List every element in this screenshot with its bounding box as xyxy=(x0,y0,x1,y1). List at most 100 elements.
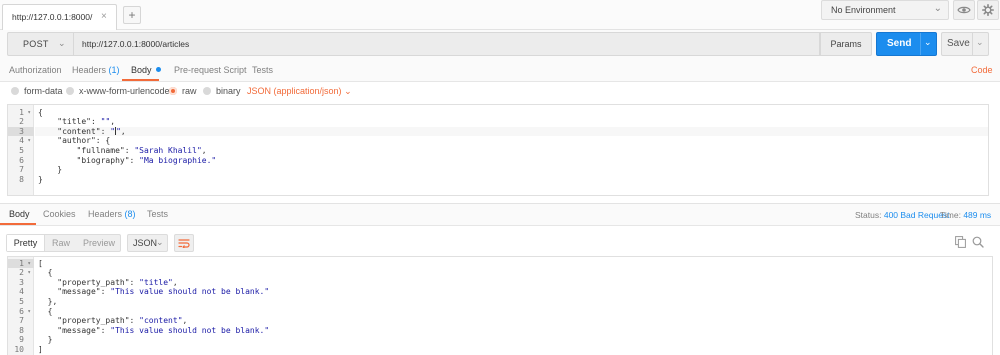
search-icon xyxy=(972,236,984,248)
fold-toggle-icon[interactable]: ▾ xyxy=(27,268,31,278)
time-value: 489 ms xyxy=(963,210,992,220)
body-type-row: form-data x-www-form-urlencoded raw bina… xyxy=(0,82,1000,102)
code-line: { xyxy=(38,268,53,278)
line-number: 4 ▾ xyxy=(19,136,31,146)
tab-pre-request-script[interactable]: Pre-request Script xyxy=(174,65,247,75)
code-line: "content": "", xyxy=(38,126,126,136)
send-options-chevron-icon[interactable]: ⌄ xyxy=(924,37,932,48)
tab-label: Headers xyxy=(88,209,123,219)
line-number: 8 xyxy=(19,174,24,184)
tab-headers[interactable]: Headers (1) xyxy=(72,65,120,75)
line-number: 9 xyxy=(19,335,24,345)
view-preview-button[interactable]: Preview xyxy=(77,235,121,251)
save-label: Save xyxy=(947,38,970,49)
fold-toggle-icon[interactable]: ▾ xyxy=(27,307,31,317)
tab-authorization[interactable]: Authorization xyxy=(9,65,62,75)
view-raw-button[interactable]: Raw xyxy=(45,235,77,251)
format-select[interactable]: JSON ⌄ xyxy=(127,234,168,252)
radio-icon xyxy=(203,87,211,95)
chevron-down-icon: ⌄ xyxy=(933,3,942,14)
tab-tests[interactable]: Tests xyxy=(252,65,273,75)
code-line: "title": "", xyxy=(38,117,116,127)
request-tab[interactable]: http://127.0.0.1:8000/ × xyxy=(2,4,117,30)
code-link[interactable]: Code xyxy=(971,65,993,75)
radio-label: raw xyxy=(182,86,197,96)
radio-icon xyxy=(66,87,74,95)
headers-count: (8) xyxy=(124,209,136,219)
radio-raw[interactable]: raw xyxy=(169,86,197,96)
line-number: 6 ▾ xyxy=(19,306,31,317)
active-tab-underline xyxy=(0,223,36,225)
code-line: } xyxy=(38,165,63,175)
radio-x-www-form-urlencoded[interactable]: x-www-form-urlencoded xyxy=(66,86,175,96)
response-body-viewer[interactable]: 1 ▾ 2 ▾ 3 4 5 6 ▾ 7 8 9 10 [ { "property_pa… xyxy=(7,256,993,355)
time-label: Time: xyxy=(940,210,961,220)
line-number: 10 xyxy=(14,344,24,354)
line-number: 6 xyxy=(19,155,24,165)
code-line: "property_path": "title", xyxy=(38,277,178,287)
save-options-chevron-icon[interactable]: ⌄ xyxy=(976,37,984,48)
environment-quick-look-button[interactable] xyxy=(953,0,975,20)
time-readout: Time: 489 ms xyxy=(940,210,991,220)
content-type-select[interactable]: JSON (application/json) ⌄ xyxy=(247,86,352,97)
line-number: 5 xyxy=(19,296,24,306)
settings-button[interactable] xyxy=(977,0,999,20)
url-input[interactable] xyxy=(74,32,820,56)
view-pretty-button[interactable]: Pretty xyxy=(7,235,45,251)
code-line: ] xyxy=(38,344,43,354)
tab-response-headers[interactable]: Headers (8) xyxy=(88,209,136,219)
method-select[interactable]: POST ⌄ xyxy=(7,32,74,56)
copy-button[interactable] xyxy=(953,235,967,249)
line-number: 7 xyxy=(19,165,24,175)
line-number: 1 ▾ xyxy=(19,107,31,118)
radio-icon xyxy=(11,87,19,95)
code-line: "biography": "Ma biographie." xyxy=(38,155,217,165)
code-line: } xyxy=(38,174,43,184)
add-tab-button[interactable]: + xyxy=(123,6,141,24)
code-line: { xyxy=(38,107,43,117)
response-tabs: Body Cookies Headers (8) Tests Status: 4… xyxy=(0,204,1000,226)
chevron-down-icon: ⌄ xyxy=(344,86,352,96)
line-number: 7 xyxy=(19,316,24,326)
tab-label: Tests xyxy=(147,209,169,219)
line-number: 8 xyxy=(19,325,24,335)
tab-cookies[interactable]: Cookies xyxy=(43,209,76,219)
send-label: Send xyxy=(887,38,912,49)
code-line: "fullname": "Sarah Khalil", xyxy=(38,145,207,155)
view-mode-segmented: Pretty Raw Preview xyxy=(6,234,121,252)
radio-checked-icon xyxy=(169,87,177,95)
line-number: 5 xyxy=(19,145,24,155)
content-type-label: JSON (application/json) xyxy=(247,86,342,96)
request-tab-label: http://127.0.0.1:8000/ xyxy=(12,12,93,22)
wrap-lines-button[interactable] xyxy=(174,234,194,252)
body-indicator-dot-icon xyxy=(155,67,161,72)
save-button[interactable]: Save ⌄ xyxy=(941,32,989,56)
code-line: "message": "This value should not be bla… xyxy=(38,325,270,335)
line-number: 3 xyxy=(19,277,24,287)
params-button[interactable]: Params xyxy=(820,32,872,56)
tab-label: Tests xyxy=(252,65,274,75)
code-line: }, xyxy=(38,296,58,306)
environment-select[interactable]: No Environment ⌄ xyxy=(821,0,949,20)
radio-form-data[interactable]: form-data xyxy=(11,86,63,96)
tab-response-body[interactable]: Body xyxy=(9,209,30,219)
tab-body[interactable]: Body xyxy=(131,65,161,75)
close-tab-icon[interactable]: × xyxy=(101,11,107,22)
request-body-editor[interactable]: 1 ▾ 2 3 4 ▾ 5 6 7 8 { "title": "", "conten… xyxy=(7,104,989,196)
chevron-down-icon: ⌄ xyxy=(58,38,66,48)
search-button[interactable] xyxy=(971,235,985,249)
top-tab-strip: http://127.0.0.1:8000/ × + No Environmen… xyxy=(0,0,1000,30)
response-toolbar: Pretty Raw Preview JSON ⌄ xyxy=(0,226,1000,256)
radio-binary[interactable]: binary xyxy=(203,86,241,96)
tab-response-tests[interactable]: Tests xyxy=(147,209,168,219)
fold-toggle-icon[interactable]: ▾ xyxy=(27,108,31,118)
line-number: 1 ▾ xyxy=(8,258,34,269)
radio-label: binary xyxy=(216,86,241,96)
code-line: } xyxy=(38,335,53,345)
code-line: [ xyxy=(38,258,43,268)
send-button[interactable]: Send ⌄ xyxy=(876,32,937,56)
headers-count: (1) xyxy=(108,65,120,75)
line-number: 2 xyxy=(19,117,24,127)
fold-toggle-icon[interactable]: ▾ xyxy=(27,136,31,146)
fold-toggle-icon[interactable]: ▾ xyxy=(27,259,31,269)
